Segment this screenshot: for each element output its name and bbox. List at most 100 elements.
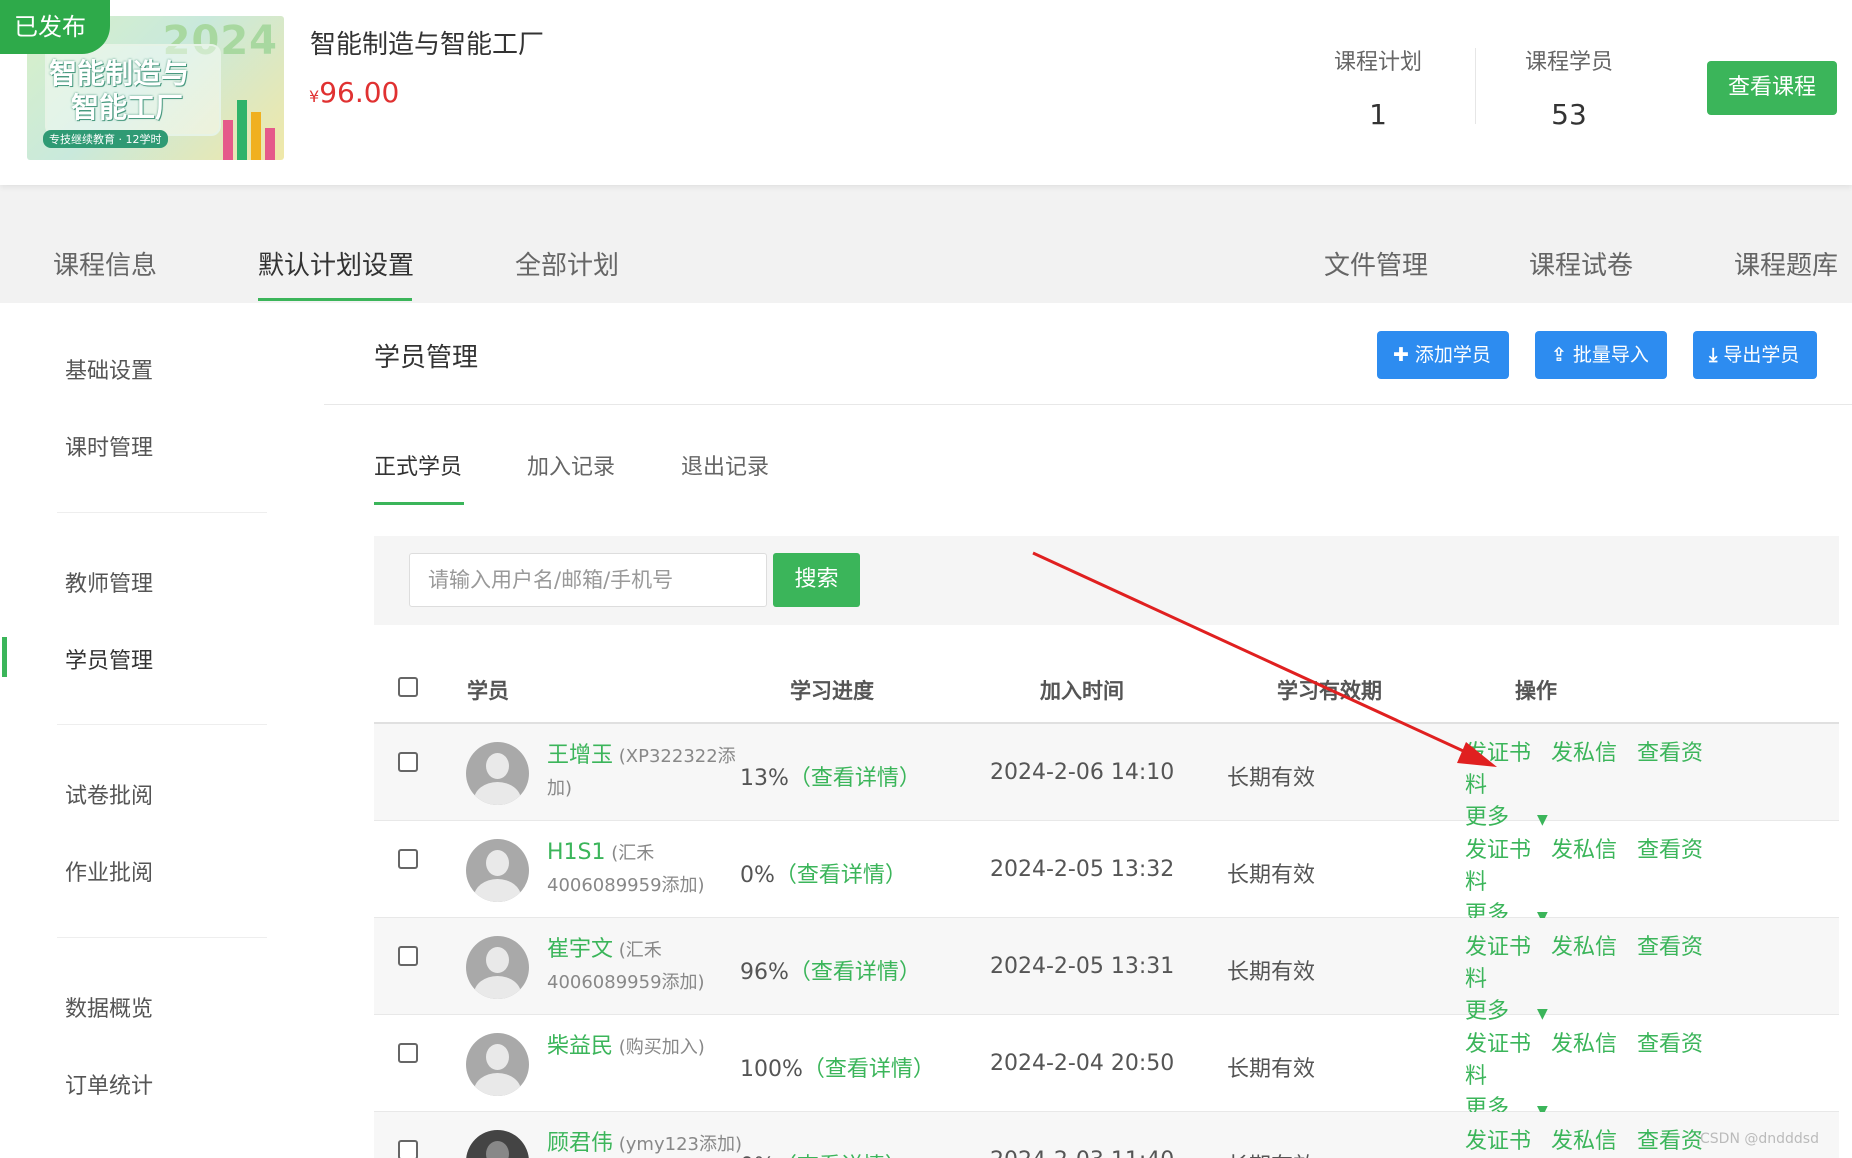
join-time: 2024-2-05 13:31: [990, 954, 1175, 979]
student-cell: 柴益民 (购买加入): [547, 1031, 747, 1064]
add-student-label: 添加学员: [1414, 344, 1491, 366]
progress-value: 96%: [740, 960, 789, 985]
sidebar-item-teachers[interactable]: 教师管理: [65, 566, 153, 598]
watermark: CSDN @dndddsd: [1700, 1131, 1819, 1147]
view-course-button[interactable]: 查看课程: [1707, 61, 1837, 115]
import-icon: ⇪: [1551, 344, 1567, 366]
issue-certificate-link[interactable]: 发证书: [1465, 838, 1531, 863]
tab-formal-students[interactable]: 正式学员: [374, 449, 462, 481]
student-name-link[interactable]: 柴益民: [547, 1034, 613, 1059]
issue-certificate-link[interactable]: 发证书: [1465, 935, 1531, 960]
avatar[interactable]: [466, 839, 529, 902]
sidebar-item-students[interactable]: 学员管理: [65, 643, 153, 675]
student-name-link[interactable]: 崔宇文: [547, 937, 613, 962]
student-cell: 崔宇文 (汇禾4006089959添加): [547, 934, 747, 999]
progress-cell: 0%（查看详情）: [740, 857, 907, 889]
export-students-button[interactable]: ⤓ 导出学员: [1693, 331, 1818, 379]
student-name-link[interactable]: 王增玉: [547, 743, 613, 768]
tab-all-plans[interactable]: 全部计划: [515, 245, 619, 282]
status-badge: 已发布: [0, 0, 110, 54]
column-header-student: 学员: [467, 679, 509, 703]
student-name-link[interactable]: 顾君伟: [547, 1131, 613, 1156]
issue-certificate-link[interactable]: 发证书: [1465, 1032, 1531, 1057]
add-student-button[interactable]: ✚ 添加学员: [1377, 331, 1509, 379]
issue-certificate-link[interactable]: 发证书: [1465, 741, 1531, 766]
student-cell: 顾君伟 (ymy123添加): [547, 1128, 747, 1158]
avatar-body: [474, 1073, 521, 1096]
batch-import-button[interactable]: ⇪ 批量导入: [1535, 331, 1667, 379]
avatar[interactable]: [466, 936, 529, 999]
tab-question-bank[interactable]: 课程题库: [1734, 245, 1838, 282]
search-button[interactable]: 搜索: [773, 553, 860, 607]
send-message-link[interactable]: 发私信: [1551, 741, 1617, 766]
avatar-head: [486, 947, 509, 973]
view-progress-detail-link[interactable]: （查看详情）: [803, 1057, 935, 1082]
student-name-link[interactable]: H1S1: [547, 840, 606, 865]
tab-course-exams[interactable]: 课程试卷: [1529, 245, 1633, 282]
sidebar-item-homework-review[interactable]: 作业批阅: [65, 855, 153, 887]
cover-tag: 专技继续教育 · 12学时: [43, 130, 168, 148]
sidebar-item-lessons[interactable]: 课时管理: [65, 430, 153, 462]
progress-value: 100%: [740, 1057, 803, 1082]
validity: 长期有效: [1227, 960, 1316, 985]
send-message-link[interactable]: 发私信: [1551, 1129, 1617, 1154]
batch-import-label: 批量导入: [1572, 344, 1649, 366]
stat-divider: [1475, 48, 1476, 124]
cover-building: [265, 128, 275, 160]
course-header: 2024 智能制造与 智能工厂 专技继续教育 · 12学时 已发布 智能制造与智…: [0, 0, 1852, 185]
select-all-checkbox[interactable]: [398, 677, 418, 697]
plus-icon: ✚: [1393, 344, 1409, 366]
progress-cell: 100%（查看详情）: [740, 1051, 935, 1083]
cover-title-line2: 智能工厂: [71, 91, 184, 124]
tab-join-records[interactable]: 加入记录: [527, 449, 615, 481]
view-progress-detail-link[interactable]: （查看详情）: [775, 863, 907, 888]
row-checkbox[interactable]: [398, 849, 418, 869]
column-header-progress: 学习进度: [790, 679, 874, 703]
row-checkbox[interactable]: [398, 1043, 418, 1063]
avatar-head: [486, 753, 509, 779]
progress-value: 0%: [740, 1154, 775, 1158]
price-value: 96.00: [319, 76, 400, 109]
cover-building: [237, 100, 247, 160]
stat-course-students: 课程学员 53: [1484, 44, 1654, 131]
send-message-link[interactable]: 发私信: [1551, 1032, 1617, 1057]
send-message-link[interactable]: 发私信: [1551, 935, 1617, 960]
stat-value: 53: [1551, 98, 1587, 131]
validity: 长期有效: [1227, 1148, 1315, 1158]
course-title: 智能制造与智能工厂: [310, 30, 545, 60]
tab-exit-records[interactable]: 退出记录: [681, 449, 769, 481]
issue-certificate-link[interactable]: 发证书: [1465, 1129, 1531, 1154]
send-message-link[interactable]: 发私信: [1551, 838, 1617, 863]
export-students-label: 导出学员: [1723, 344, 1800, 366]
stat-course-plans: 课程计划 1: [1293, 44, 1463, 131]
avatar[interactable]: [466, 1130, 529, 1158]
validity: 长期有效: [1227, 863, 1316, 888]
tab-file-management[interactable]: 文件管理: [1324, 245, 1428, 282]
row-checkbox[interactable]: [398, 946, 418, 966]
avatar-body: [474, 976, 521, 999]
row-checkbox[interactable]: [398, 1140, 418, 1158]
sidebar-item-data-overview[interactable]: 数据概览: [65, 991, 153, 1023]
avatar[interactable]: [466, 1033, 529, 1096]
stat-value: 1: [1369, 98, 1387, 131]
student-note: (ymy123添加): [618, 1134, 742, 1155]
join-time: 2024-2-05 13:32: [990, 857, 1175, 882]
student-cell: H1S1 (汇禾4006089959添加): [547, 837, 747, 902]
stat-label: 课程计划: [1333, 50, 1422, 75]
cover-building: [223, 120, 233, 160]
tab-course-info[interactable]: 课程信息: [53, 245, 157, 282]
view-progress-detail-link[interactable]: （查看详情）: [789, 766, 921, 791]
avatar[interactable]: [466, 742, 529, 805]
sidebar-item-exam-review[interactable]: 试卷批阅: [65, 778, 153, 810]
sidebar-divider: [57, 724, 267, 725]
student-cell: 王增玉 (XP322322添加): [547, 740, 747, 805]
active-subtab-indicator: [374, 502, 464, 505]
view-progress-detail-link[interactable]: （查看详情）: [789, 960, 921, 985]
search-input[interactable]: 请输入用户名/邮箱/手机号: [409, 553, 767, 607]
progress-value: 13%: [740, 766, 789, 791]
view-progress-detail-link[interactable]: （查看详情）: [775, 1154, 907, 1158]
row-checkbox[interactable]: [398, 752, 418, 772]
tab-default-plan[interactable]: 默认计划设置: [258, 245, 414, 282]
sidebar-item-order-stats[interactable]: 订单统计: [65, 1068, 153, 1100]
sidebar-item-basic-settings[interactable]: 基础设置: [65, 353, 153, 385]
